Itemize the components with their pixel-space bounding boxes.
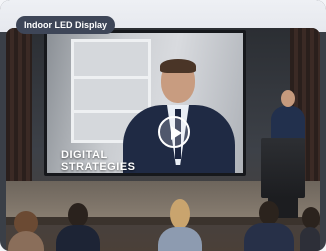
- left-curtain: [6, 28, 32, 198]
- play-icon: [171, 126, 182, 140]
- audience-member: [244, 201, 294, 251]
- play-button[interactable]: [158, 116, 190, 148]
- screen-video-frame: DIGITAL STRATEGIES: [47, 33, 243, 173]
- audience-member: [8, 211, 44, 251]
- screen-overlay-text: DIGITAL STRATEGIES: [61, 149, 135, 173]
- led-screen: DIGITAL STRATEGIES: [44, 30, 246, 176]
- category-badge: Indoor LED Display: [16, 16, 116, 34]
- overlay-line-2: STRATEGIES: [61, 161, 136, 173]
- audience-member: [158, 199, 202, 251]
- podium-speaker-head: [281, 90, 295, 107]
- overlay-line-1: DIGITAL: [61, 149, 108, 161]
- audience: [6, 181, 320, 251]
- speaker-hair: [160, 59, 196, 73]
- conference-hall-image: DIGITAL STRATEGIES: [6, 28, 320, 251]
- audience-member: [300, 207, 320, 251]
- media-card: DIGITAL STRATEGIES Indoor LED Display: [0, 0, 326, 251]
- audience-member: [56, 203, 100, 251]
